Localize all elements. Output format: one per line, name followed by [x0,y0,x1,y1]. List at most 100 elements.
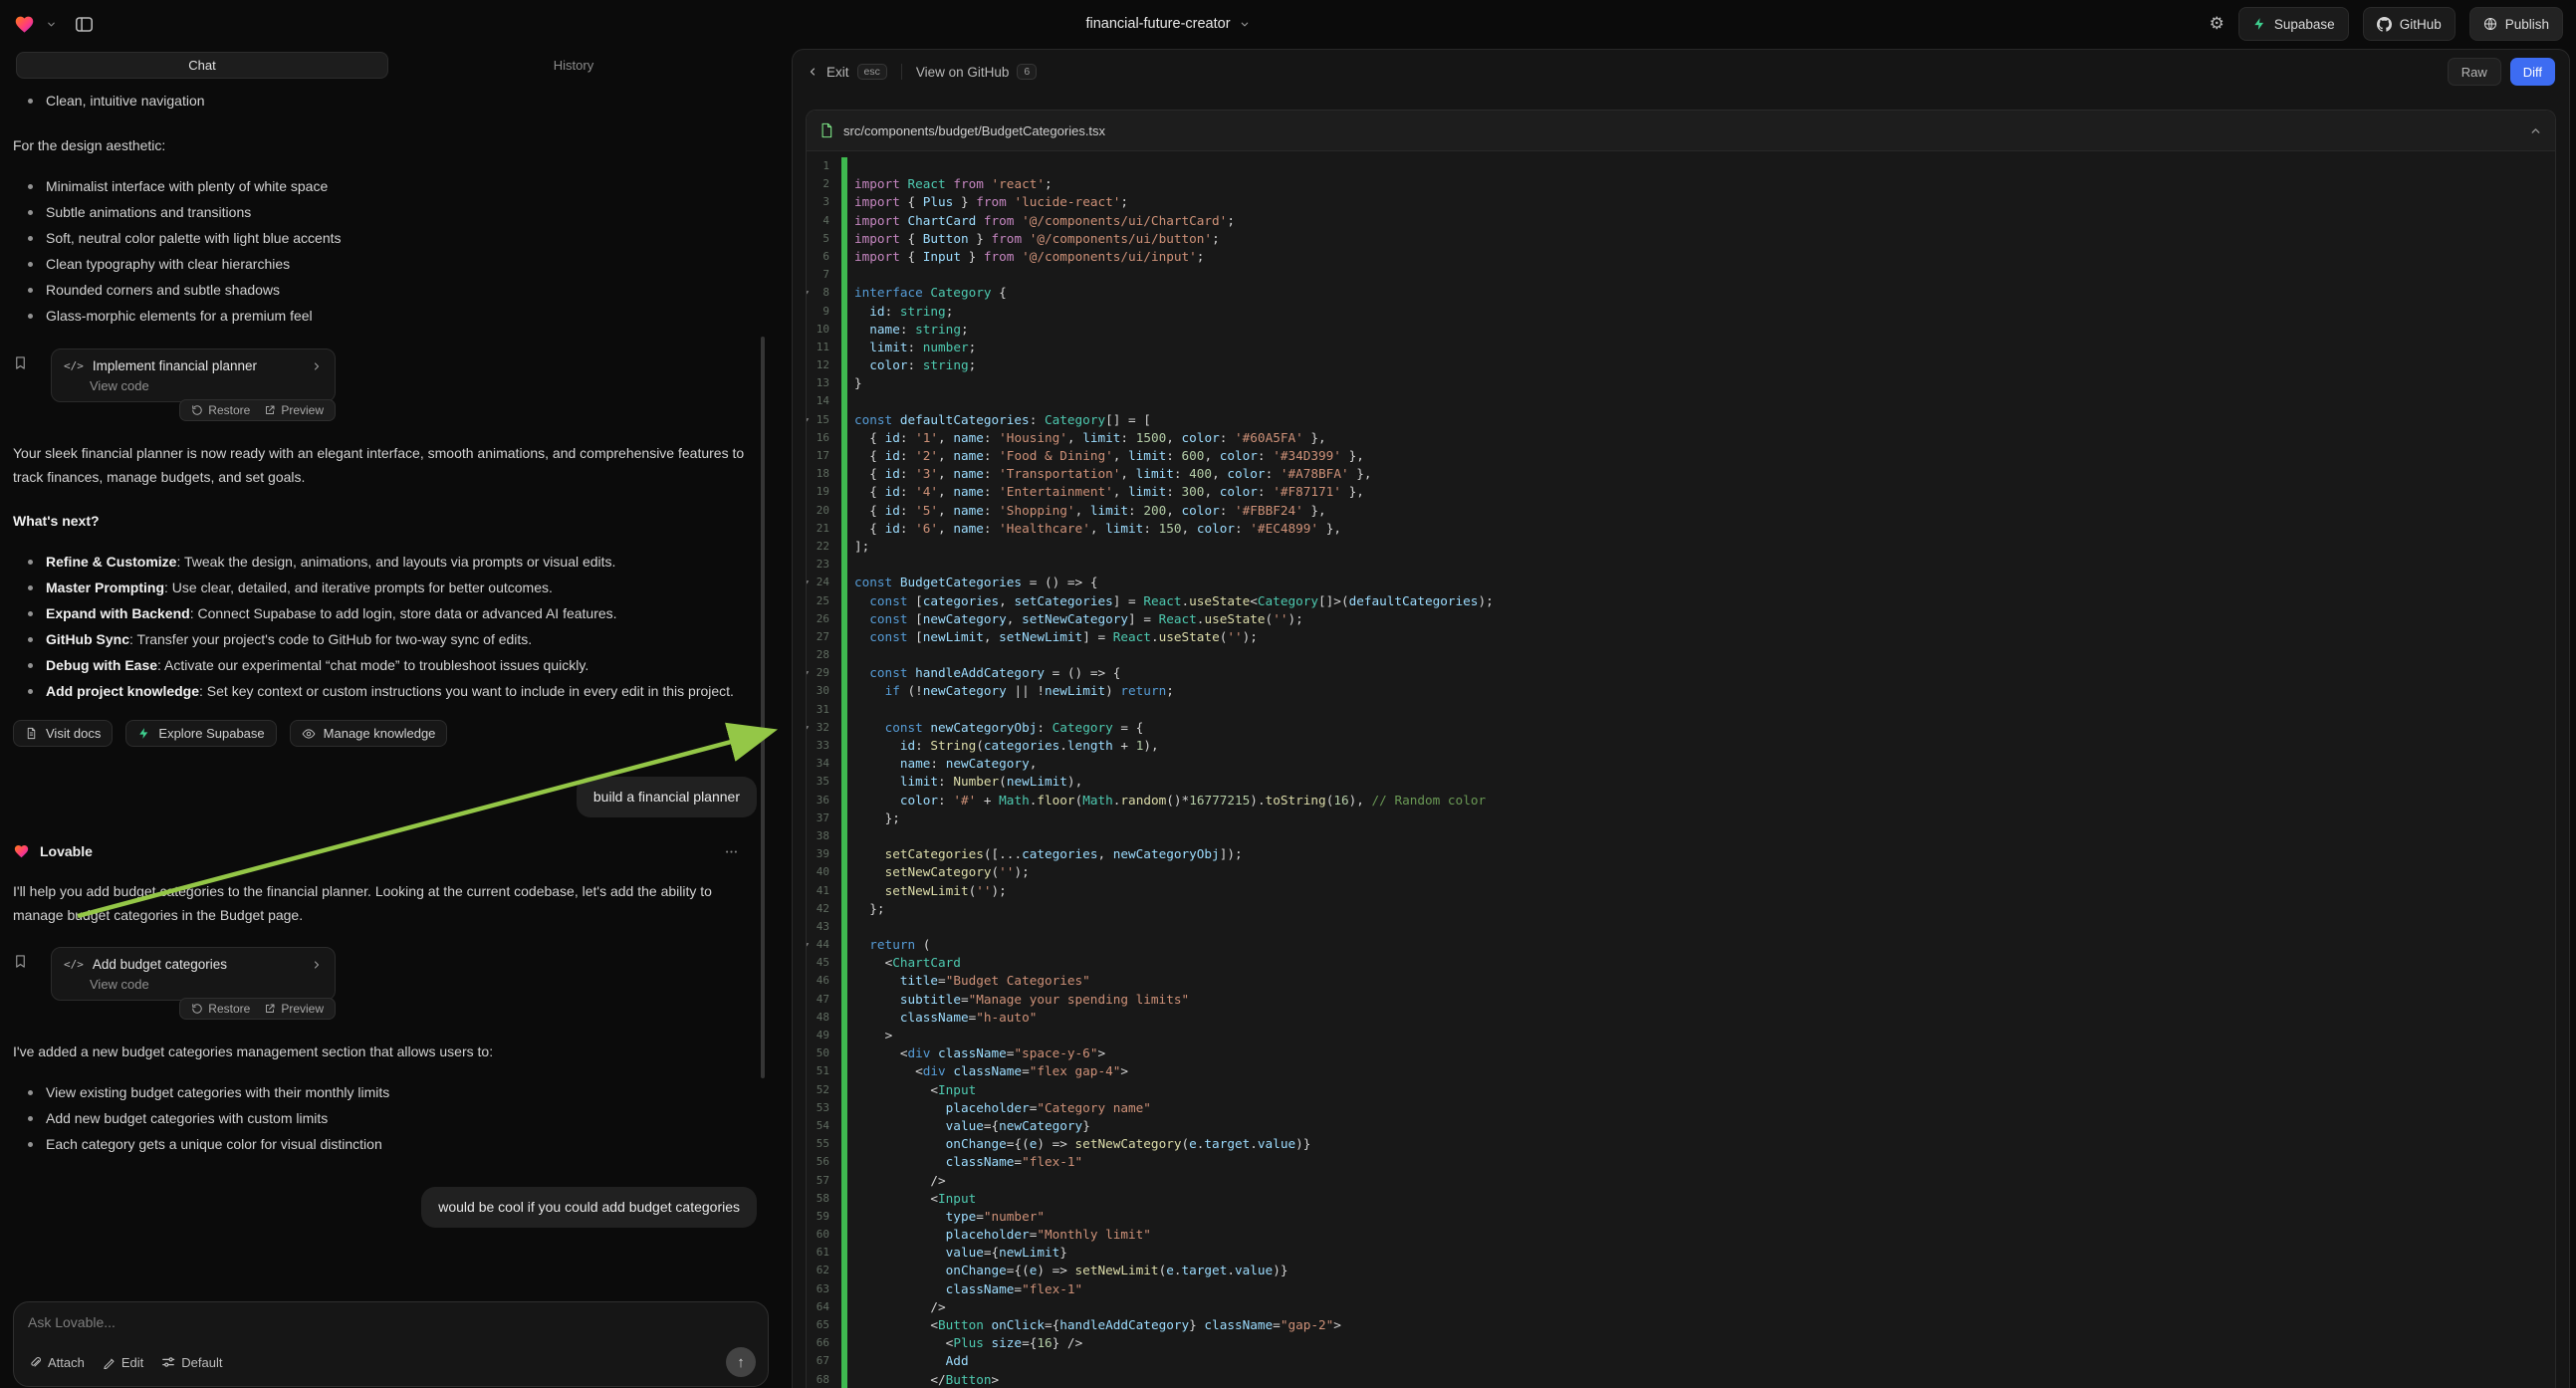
list-item: Clean, intuitive navigation [13,88,757,114]
code-line: 36 color: '#' + Math.floor(Math.random()… [807,792,2555,810]
fold-caret-icon[interactable]: ▾ [806,411,810,429]
line-number: 59 [807,1208,832,1226]
list-item: GitHub Sync: Transfer your project's cod… [13,626,757,652]
fold-caret-icon[interactable]: ▾ [806,664,810,682]
diff-button[interactable]: Diff [2510,58,2555,86]
code-line: 33 id: String(categories.length + 1), [807,737,2555,755]
code-line: 8▾interface Category { [807,284,2555,302]
lovable-heart-icon [13,843,30,859]
list-item: Minimalist interface with plenty of whit… [13,173,757,199]
bullet-list: Clean, intuitive navigation [13,88,757,114]
button-explore-supabase[interactable]: Explore Supabase [125,720,276,747]
restore-button[interactable]: Restore [191,1002,250,1016]
code-line: 68 </Button> [807,1371,2555,1388]
github-icon [2377,17,2392,32]
line-number: 23 [807,556,832,574]
code-line: 24▾const BudgetCategories = () => { [807,574,2555,591]
code-line: 1 [807,157,2555,175]
app: financial-future-creator ⚙ Supabase GitH… [0,0,2576,1388]
code-line: 37 }; [807,810,2555,827]
line-number: 40 [807,863,832,881]
sliders-icon [161,1355,175,1369]
code-line: 22]; [807,538,2555,556]
code-line: 52 <Input [807,1081,2555,1099]
preview-icon [264,1003,276,1015]
chat-tabs: ChatHistory [16,52,759,79]
assistant-action-row: </>Add budget categoriesView codeRestore… [13,947,757,1020]
list-item: Expand with Backend: Connect Supabase to… [13,600,757,626]
line-number: 51 [807,1062,832,1080]
send-button[interactable]: ↑ [726,1347,756,1377]
message-options-button[interactable] [724,844,739,859]
fold-caret-icon[interactable]: ▾ [806,719,810,737]
preview-button[interactable]: Preview [264,1002,324,1016]
view-on-github-button[interactable]: View on GitHub 6 [916,64,1037,80]
chat-scrollbar[interactable] [761,337,765,1078]
lovable-logo-icon[interactable] [13,14,36,35]
code-line: 42 }; [807,900,2555,918]
line-number: 47 [807,991,832,1009]
tab-history[interactable]: History [388,52,759,79]
line-number: 60 [807,1226,832,1244]
sidebar-toggle-icon[interactable] [75,15,94,34]
line-number: 62 [807,1262,832,1279]
preview-button[interactable]: Preview [264,403,324,417]
tab-chat[interactable]: Chat [16,52,388,79]
button-manage-knowledge[interactable]: Manage knowledge [290,720,448,747]
project-switcher[interactable]: financial-future-creator [1085,0,1250,48]
github-button[interactable]: GitHub [2363,7,2456,41]
chat-input[interactable] [28,1314,754,1330]
chat-heading: What's next? [13,509,750,533]
code-line: 53 placeholder="Category name" [807,1099,2555,1117]
code-content[interactable]: 12import React from 'react';3import { Pl… [807,151,2555,1388]
raw-button[interactable]: Raw [2448,58,2501,86]
code-line: 27 const [newLimit, setNewLimit] = React… [807,628,2555,646]
line-number: 10 [807,321,832,339]
code-line: 9 id: string; [807,303,2555,321]
view-code-link[interactable]: View code [64,977,323,992]
code-line: 47 subtitle="Manage your spending limits… [807,991,2555,1009]
edit-button[interactable]: Edit [103,1355,143,1370]
exit-button[interactable]: Exit esc [807,64,887,80]
chevron-right-icon [311,360,323,372]
line-number: 65 [807,1316,832,1334]
supabase-icon [137,727,150,740]
action-card-title: Add budget categories [93,957,227,972]
chevron-down-icon [1240,19,1251,30]
fold-caret-icon[interactable]: ▾ [806,574,810,591]
fold-caret-icon[interactable]: ▾ [806,284,810,302]
code-line: 15▾const defaultCategories: Category[] =… [807,411,2555,429]
code-line: 13} [807,374,2555,392]
code-line: 60 placeholder="Monthly limit" [807,1226,2555,1244]
supabase-button[interactable]: Supabase [2238,7,2349,41]
line-number: 8▾ [807,284,832,302]
restore-icon [191,404,203,416]
mode-select[interactable]: Default [161,1355,222,1370]
action-card[interactable]: </>Add budget categoriesView code [51,947,336,1001]
button-visit-docs[interactable]: Visit docs [13,720,113,747]
code-line: 65 <Button onClick={handleAddCategory} c… [807,1316,2555,1334]
code-line: 55 onChange={(e) => setNewCategory(e.tar… [807,1135,2555,1153]
collapse-chevron-up-icon[interactable] [2529,124,2542,137]
fold-caret-icon[interactable]: ▾ [806,936,810,954]
settings-gear-icon[interactable]: ⚙ [2210,16,2225,33]
workspace-chevron-icon[interactable] [46,19,57,30]
line-number: 19 [807,483,832,501]
assistant-name: Lovable [40,843,93,859]
restore-button[interactable]: Restore [191,403,250,417]
file-viewer: src/components/budget/BudgetCategories.t… [806,110,2556,1388]
line-number: 2 [807,175,832,193]
view-code-link[interactable]: View code [64,378,323,393]
code-line: 66 <Plus size={16} /> [807,1334,2555,1352]
code-line: 4import ChartCard from '@/components/ui/… [807,212,2555,230]
code-line: 43 [807,918,2555,936]
attach-button[interactable]: Attach [28,1355,85,1370]
action-card[interactable]: </>Implement financial plannerView code [51,348,336,402]
line-number: 57 [807,1172,832,1190]
knowledge-icon [302,727,316,741]
publish-button[interactable]: Publish [2469,7,2563,41]
list-item: Refine & Customize: Tweak the design, an… [13,549,757,575]
line-number: 3 [807,193,832,211]
file-header[interactable]: src/components/budget/BudgetCategories.t… [807,111,2555,151]
globe-icon [2483,17,2497,31]
